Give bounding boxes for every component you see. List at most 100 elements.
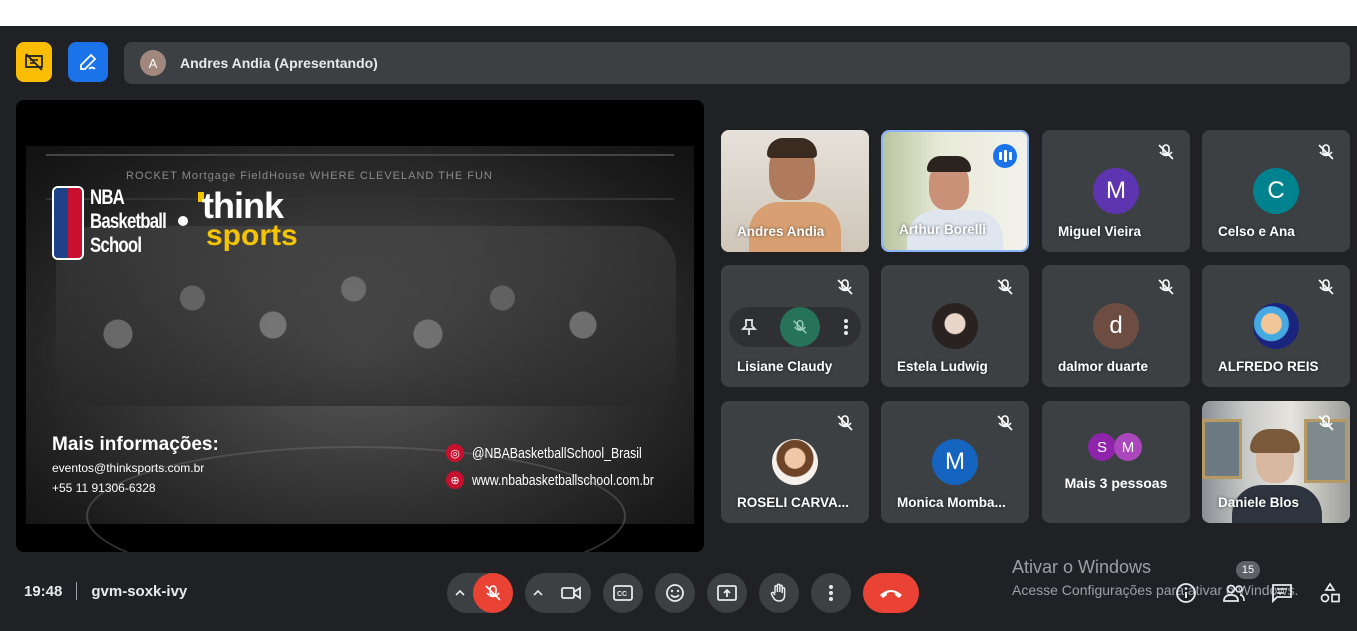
camera-toggle-button[interactable] [551,573,591,613]
meeting-info-button[interactable] [1173,580,1199,606]
video-control-group [525,573,591,613]
more-participants-label: Mais 3 pessoas [1064,475,1168,491]
participant-avatar: d [1093,303,1139,349]
call-end-icon [880,590,902,598]
chevron-up-icon [533,590,543,596]
mic-off-icon [997,415,1013,431]
participant-tile[interactable]: M Monica Momba... [881,401,1029,523]
reactions-button[interactable] [655,573,695,613]
raise-hand-button[interactable] [759,573,799,613]
annotate-button[interactable] [68,42,108,82]
leave-call-button[interactable] [863,573,919,613]
more-vert-icon[interactable] [843,318,849,336]
activities-button[interactable] [1317,580,1343,606]
participant-tile[interactable]: Andres Andia [721,130,869,252]
more-participants-avatars: S M [1088,433,1142,461]
activities-icon [1320,582,1340,603]
instagram-row: ◎ @NBABasketballSchool_Brasil [446,444,679,462]
participant-tile[interactable]: Lisiane Claudy [721,265,869,387]
chat-button[interactable] [1269,580,1295,606]
mic-off-icon [997,279,1013,295]
pen-scribble-icon [80,53,97,70]
videocam-icon [561,586,581,600]
globe-icon: ⊕ [446,471,464,489]
participant-tile[interactable]: d dalmor duarte [1042,265,1190,387]
captions-button[interactable]: CC [603,573,643,613]
participant-tile[interactable]: ALFREDO REIS [1202,265,1350,387]
participant-avatar: S [1088,433,1116,461]
participant-name: ROSELI CARVA... [737,495,850,510]
windows-activation-text: Acesse Configurações para ativar o Windo… [1012,582,1299,598]
participant-name: Estela Ludwig [897,359,988,374]
participant-name: Arthur Borelli [899,222,987,237]
mic-off-icon [485,585,501,601]
mic-off-icon [1158,144,1174,160]
participant-name: Andres Andia [737,224,825,239]
participant-name: Lisiane Claudy [737,359,833,374]
participant-avatar: M [1114,433,1142,461]
shared-presentation[interactable]: ROCKET Mortgage FieldHouse WHERE CLEVELA… [16,100,704,552]
participant-name: Daniele Blos [1218,495,1300,510]
audio-options-button[interactable] [447,590,473,596]
website-row: ⊕ www.nbabasketballschool.com.br [446,471,694,489]
mute-participant-button[interactable] [780,307,820,347]
presenter-label: Andres Andia (Apresentando) [180,55,378,71]
mic-off-icon [1158,279,1174,295]
more-options-button[interactable] [811,573,851,613]
meeting-code: gvm-soxk-ivy [91,582,188,600]
hand-icon [770,583,786,602]
mic-off-icon [1318,279,1334,295]
mic-off-icon [837,415,853,431]
meeting-details: 19:48 gvm-soxk-ivy [24,582,187,600]
svg-text:CC: CC [617,591,627,598]
participant-photo-avatar [932,303,978,349]
tile-hover-controls [729,307,861,347]
presenter-avatar: A [140,50,166,76]
presentation-off-icon [25,53,43,71]
participant-avatar: M [932,439,978,485]
info-title: Mais informações: [52,434,219,455]
more-participants-tile[interactable]: S M Mais 3 pessoas [1042,401,1190,523]
instagram-icon: ◎ [446,444,464,462]
info-icon [1176,583,1196,603]
divider [76,582,78,600]
participant-tile-speaking[interactable]: Arthur Borelli [881,130,1029,252]
participant-name: Miguel Vieira [1058,224,1142,239]
arena-text: ROCKET Mortgage FieldHouse WHERE CLEVELA… [126,170,493,182]
video-options-button[interactable] [525,590,551,596]
people-button[interactable] [1221,580,1247,606]
participant-photo-avatar [1253,303,1299,349]
participant-tile[interactable]: ROSELI CARVA... [721,401,869,523]
chevron-up-icon [455,590,465,596]
hide-presentation-button[interactable] [16,42,52,82]
participant-name: dalmor duarte [1058,359,1149,374]
meeting-time: 19:48 [24,582,63,600]
speaking-indicator-icon [993,144,1017,168]
nba-logo-text: NBA Basketball School [90,186,167,257]
participant-avatar: C [1253,168,1299,214]
info-email: eventos@thinksports.com.br [52,461,205,475]
participant-tile[interactable]: C Celso e Ana [1202,130,1350,252]
present-to-all-icon [717,585,737,601]
participant-tile[interactable]: Estela Ludwig [881,265,1029,387]
people-icon [1223,584,1245,602]
mic-off-icon [1318,415,1334,431]
participant-name: Monica Momba... [897,495,1006,510]
chat-icon [1272,584,1292,603]
participant-count-badge: 15 [1236,561,1260,579]
mic-off-icon [793,319,807,334]
pin-icon[interactable] [741,318,757,336]
presenter-bar: A Andres Andia (Apresentando) [124,42,1350,84]
info-phone: +55 11 91306-6328 [52,481,156,495]
logo-separator [178,216,188,226]
participant-name: Celso e Ana [1218,224,1295,239]
present-screen-button[interactable] [707,573,747,613]
emoji-icon [666,584,684,602]
more-vert-icon [829,585,833,601]
mic-off-icon [1318,144,1334,160]
windows-activation-title: Ativar o Windows [1012,557,1152,577]
participant-tile[interactable]: M Miguel Vieira [1042,130,1190,252]
participant-tile[interactable]: Daniele Blos [1202,401,1350,523]
browser-top-strip [0,0,1357,26]
microphone-toggle-button[interactable] [473,573,513,613]
